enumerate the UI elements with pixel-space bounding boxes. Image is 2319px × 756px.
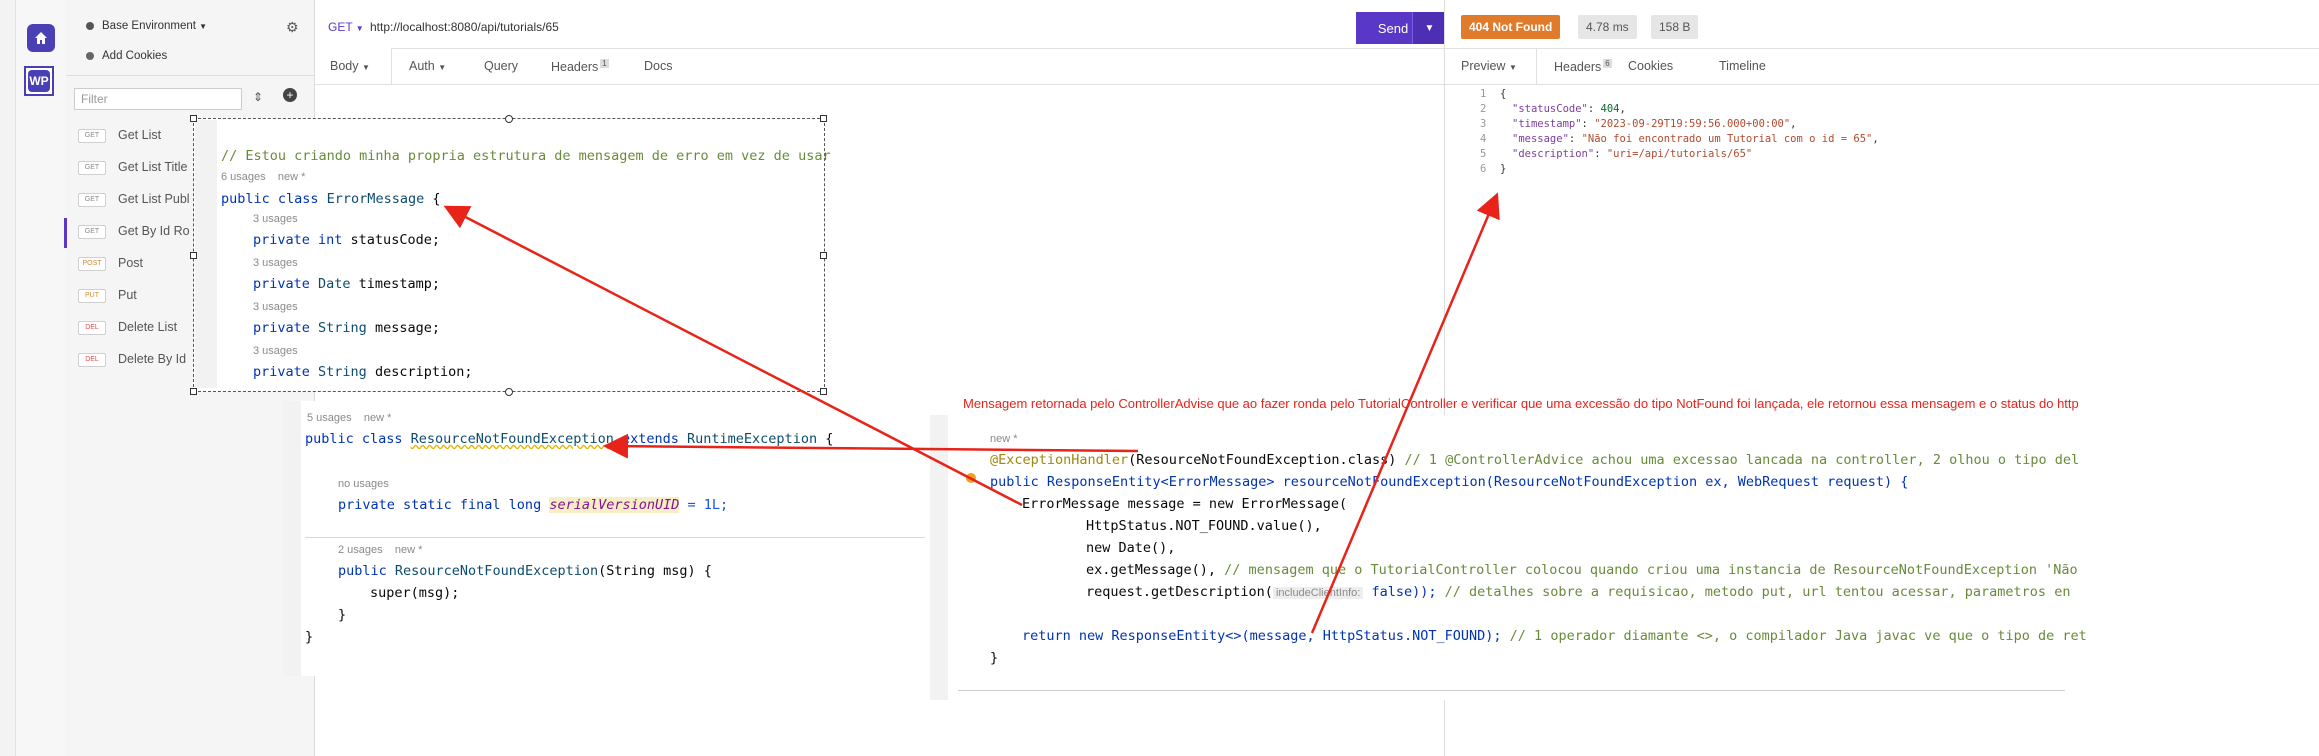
arrow-to-error-message [443, 205, 1023, 507]
arrow-to-exception-class [603, 433, 1139, 459]
annotation-arrows [443, 192, 1500, 634]
arrow-to-json-response [1310, 192, 1500, 634]
